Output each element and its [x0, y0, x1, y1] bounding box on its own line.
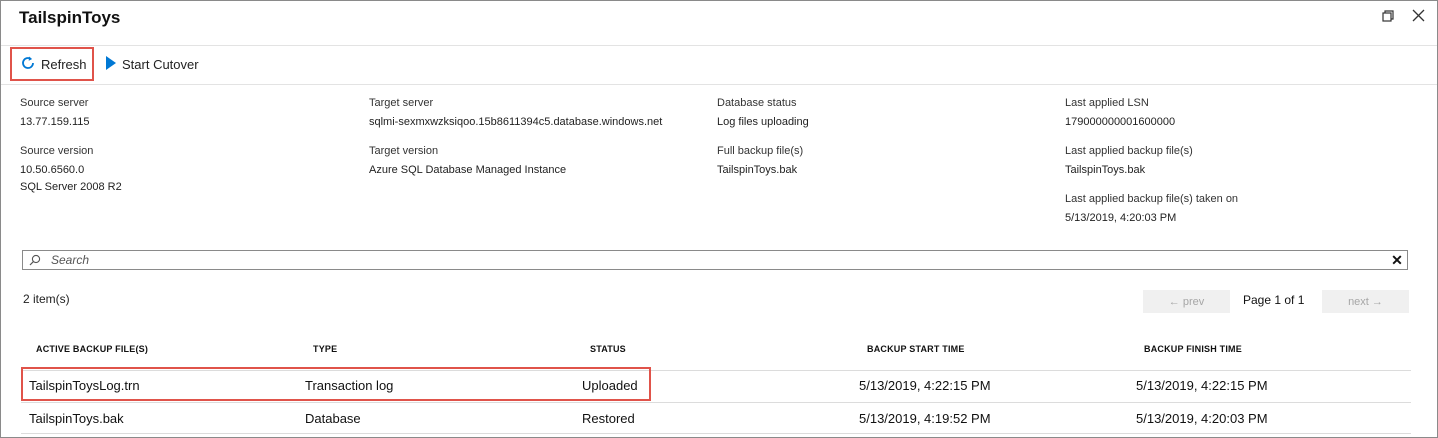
column-header-start-time[interactable]: BACKUP START TIME — [867, 344, 965, 354]
item-count: 2 item(s) — [23, 292, 70, 306]
start-cutover-label: Start Cutover — [122, 56, 199, 72]
prev-page-button[interactable]: ← prev — [1143, 290, 1230, 313]
db-status-label: Database status — [717, 97, 797, 109]
full-backup-label: Full backup file(s) — [717, 145, 804, 157]
target-info: Target server sqlmi-sexmxwzksiqoo.15b861… — [369, 97, 662, 176]
source-info: Source server 13.77.159.115 Source versi… — [20, 97, 122, 193]
column-header-type[interactable]: TYPE — [313, 344, 337, 354]
search-icon — [29, 254, 41, 266]
row-type: Database — [305, 411, 361, 426]
row-start-time: 5/13/2019, 4:19:52 PM — [859, 411, 991, 426]
source-server-label: Source server — [20, 97, 89, 109]
last-backup-time-value: 5/13/2019, 4:20:03 PM — [1065, 212, 1177, 224]
highlight-box — [21, 367, 651, 401]
search-box: ✕ — [22, 250, 1408, 270]
db-status-value: Log files uploading — [717, 116, 809, 128]
target-server-label: Target server — [369, 97, 434, 109]
database-info: Database status Log files uploading Full… — [717, 97, 809, 176]
source-version-value: 10.50.6560.0 — [20, 164, 85, 176]
source-version-edition: SQL Server 2008 R2 — [20, 181, 122, 193]
last-backup-value: TailspinToys.bak — [1065, 164, 1146, 176]
row-start-time: 5/13/2019, 4:22:15 PM — [859, 378, 991, 393]
blade-title: TailspinToys — [19, 8, 121, 27]
play-icon — [105, 55, 117, 73]
toolbar-divider-bottom — [1, 84, 1437, 85]
target-version-label: Target version — [369, 145, 439, 157]
toolbar-divider-top — [1, 45, 1437, 46]
refresh-button[interactable]: Refresh — [10, 47, 94, 81]
column-header-status[interactable]: STATUS — [590, 344, 626, 354]
next-page-button[interactable]: next → — [1322, 290, 1409, 313]
migration-blade: TailspinToys Refresh Start Cutover Sourc… — [0, 0, 1438, 438]
clear-search-button[interactable]: ✕ — [1387, 252, 1407, 269]
lsn-info: Last applied LSN 179000000001600000 Last… — [1065, 97, 1238, 224]
row-status: Restored — [582, 411, 635, 426]
row-finish-time: 5/13/2019, 4:22:15 PM — [1136, 378, 1268, 393]
close-icon[interactable] — [1412, 9, 1425, 27]
column-header-finish-time[interactable]: BACKUP FINISH TIME — [1144, 344, 1242, 354]
page-indicator: Page 1 of 1 — [1243, 293, 1305, 307]
source-server-value: 13.77.159.115 — [20, 116, 90, 128]
refresh-icon — [20, 55, 36, 74]
last-backup-label: Last applied backup file(s) — [1065, 145, 1193, 157]
refresh-label: Refresh — [41, 56, 87, 72]
row-divider — [21, 433, 1411, 434]
restore-icon[interactable] — [1382, 9, 1394, 27]
target-version-value: Azure SQL Database Managed Instance — [369, 164, 567, 176]
last-lsn-label: Last applied LSN — [1065, 97, 1149, 109]
target-server-value: sqlmi-sexmxwzksiqoo.15b8611394c5.databas… — [369, 116, 663, 128]
source-version-label: Source version — [20, 145, 94, 157]
full-backup-value: TailspinToys.bak — [717, 164, 798, 176]
column-header-file[interactable]: ACTIVE BACKUP FILE(S) — [36, 344, 148, 354]
last-lsn-value: 179000000001600000 — [1065, 116, 1176, 128]
last-backup-time-label: Last applied backup file(s) taken on — [1065, 193, 1239, 205]
row-divider — [21, 402, 1411, 403]
start-cutover-button[interactable]: Start Cutover — [105, 47, 199, 81]
search-input[interactable] — [49, 252, 1387, 268]
row-file: TailspinToys.bak — [29, 411, 124, 426]
row-finish-time: 5/13/2019, 4:20:03 PM — [1136, 411, 1268, 426]
